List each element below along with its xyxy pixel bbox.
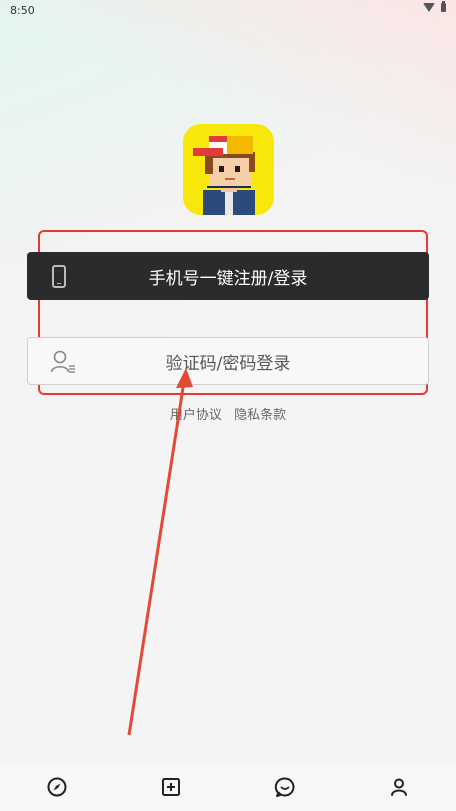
chat-icon bbox=[274, 777, 295, 797]
code-login-label: 验证码/密码登录 bbox=[165, 353, 291, 374]
agreement-links: 用户协议 隐私条款 bbox=[0, 404, 456, 423]
privacy-policy-link[interactable]: 隐私条款 bbox=[234, 408, 286, 423]
battery-icon bbox=[441, 1, 446, 12]
mobile-phone-icon bbox=[52, 265, 66, 288]
add-square-icon bbox=[162, 778, 180, 796]
status-time: 8:50 bbox=[10, 4, 35, 17]
status-icons bbox=[423, 1, 446, 12]
pixel-boy-avatar-icon bbox=[183, 124, 274, 215]
compass-icon bbox=[47, 777, 67, 797]
status-bar: 8:50 bbox=[0, 0, 456, 22]
wifi-icon bbox=[423, 3, 435, 12]
profile-icon bbox=[391, 778, 407, 796]
phone-login-label: 手机号一键注册/登录 bbox=[148, 268, 308, 289]
nav-profile[interactable] bbox=[379, 767, 419, 807]
user-agreement-link[interactable]: 用户协议 bbox=[170, 408, 222, 423]
nav-discover[interactable] bbox=[37, 767, 77, 807]
app-logo bbox=[183, 124, 274, 215]
bottom-navigation bbox=[0, 763, 456, 811]
code-password-login-button[interactable]: 验证码/密码登录 bbox=[27, 337, 429, 385]
nav-create[interactable] bbox=[151, 767, 191, 807]
nav-messages[interactable] bbox=[265, 767, 305, 807]
phone-one-click-login-button[interactable]: 手机号一键注册/登录 bbox=[27, 252, 429, 300]
user-list-icon bbox=[50, 350, 75, 373]
